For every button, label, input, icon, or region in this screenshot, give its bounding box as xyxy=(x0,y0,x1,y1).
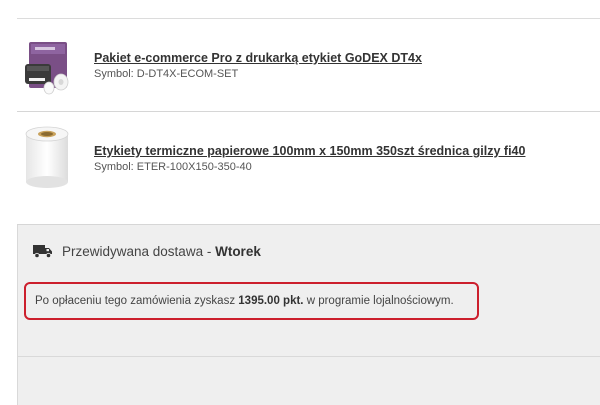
delivery-label: Przewidywana dostawa - xyxy=(62,243,216,259)
order-summary-panel: Przewidywana dostawa - Wtorek Po opłacen… xyxy=(17,225,600,405)
label-roll-thumbnail[interactable] xyxy=(22,124,72,190)
summary-divider xyxy=(18,356,600,357)
delivery-text: Przewidywana dostawa - Wtorek xyxy=(62,244,261,259)
loyalty-text: Po opłaceniu tego zamówienia zyskasz 139… xyxy=(35,295,454,307)
loyalty-points-notice: Po opłaceniu tego zamówienia zyskasz 139… xyxy=(24,282,479,320)
printer-bundle-thumbnail[interactable] xyxy=(23,38,73,96)
cart-item-info: Etykiety termiczne papierowe 100mm x 150… xyxy=(94,143,525,174)
delivery-day: Wtorek xyxy=(215,243,261,259)
truck-icon xyxy=(33,245,52,258)
loyalty-prefix: Po opłaceniu tego zamówienia zyskasz xyxy=(35,295,239,307)
cart-item: Pakiet e-commerce Pro z drukarką etykiet… xyxy=(17,19,600,111)
product-symbol: Symbol: ETER-100X150-350-40 xyxy=(94,161,252,173)
product-name-link[interactable]: Pakiet e-commerce Pro z drukarką etykiet… xyxy=(94,50,422,66)
delivery-estimate: Przewidywana dostawa - Wtorek xyxy=(33,243,261,259)
cart-item: Etykiety termiczne papierowe 100mm x 150… xyxy=(17,112,600,224)
cart-item-info: Pakiet e-commerce Pro z drukarką etykiet… xyxy=(94,50,422,81)
loyalty-points: 1395.00 pkt. xyxy=(238,295,304,307)
product-name-link[interactable]: Etykiety termiczne papierowe 100mm x 150… xyxy=(94,143,525,159)
product-symbol: Symbol: D-DT4X-ECOM-SET xyxy=(94,68,239,80)
loyalty-suffix: w programie lojalnościowym. xyxy=(303,295,454,307)
